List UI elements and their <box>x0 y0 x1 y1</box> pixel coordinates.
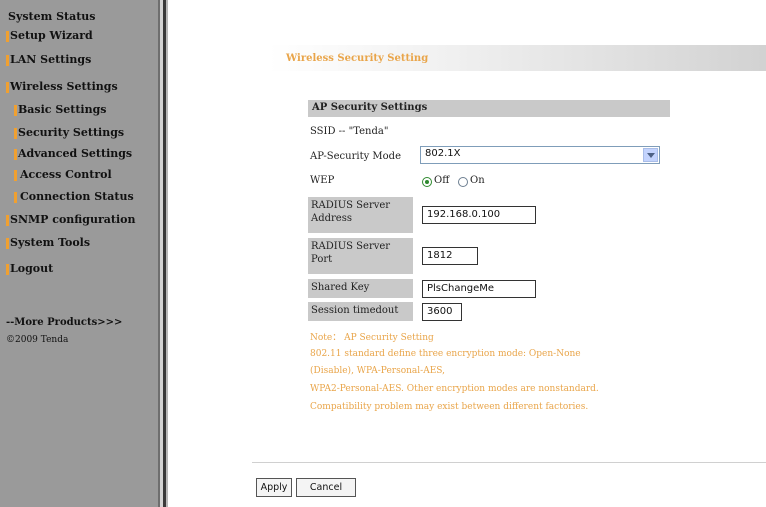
bullet-icon <box>6 238 9 249</box>
bullet-icon <box>14 105 17 116</box>
radius-address-label-line: Address <box>311 213 352 224</box>
bullet-icon <box>6 55 9 66</box>
security-mode-label: AP-Security Mode <box>310 151 401 162</box>
sidebar-item-lan-settings[interactable]: LAN Settings <box>0 51 158 69</box>
radius-port-input[interactable]: 1812 <box>422 247 478 265</box>
bullet-icon <box>14 128 17 139</box>
shared-key-label: Shared Key <box>308 279 413 298</box>
radius-port-label: RADIUS Server Port <box>308 238 413 274</box>
apply-button[interactable]: Apply <box>256 478 292 497</box>
sidebar-item-wireless-settings[interactable]: Wireless Settings <box>0 78 158 96</box>
sidebar-item-label: Security Settings <box>18 126 125 139</box>
sidebar-item-label: Access Control <box>20 168 112 181</box>
session-timeout-label: Session timedout <box>308 302 413 321</box>
ap-security-header-text: AP Security Settings <box>312 102 428 113</box>
sidebar-item-system-tools[interactable]: System Tools <box>0 234 158 252</box>
bullet-icon <box>6 264 9 275</box>
radius-port-label-line: RADIUS Server <box>311 241 391 252</box>
radius-address-label: RADIUS Server Address <box>308 197 413 233</box>
sidebar: System Status Setup Wizard LAN Settings … <box>0 0 158 507</box>
radius-port-label-line: Port <box>311 254 333 265</box>
bullet-icon <box>14 149 17 160</box>
sidebar-item-snmp-configuration[interactable]: SNMP configuration <box>0 211 158 229</box>
sidebar-item-system-status[interactable]: System Status <box>0 8 158 26</box>
sidebar-item-label: Basic Settings <box>18 103 107 116</box>
note-line: Compatibility problem may exist between … <box>310 402 589 412</box>
bullet-icon <box>14 192 17 203</box>
note-line: (Disable), WPA-Personal-AES, <box>310 366 445 376</box>
sidebar-item-access-control[interactable]: Access Control <box>0 166 158 184</box>
shared-key-input[interactable]: PlsChangeMe <box>422 280 536 298</box>
sidebar-item-label: Advanced Settings <box>18 147 133 160</box>
chevron-down-icon[interactable] <box>643 148 658 162</box>
sidebar-item-label: Connection Status <box>20 190 134 203</box>
sidebar-item-label: System Status <box>8 10 96 23</box>
sidebar-item-advanced-settings[interactable]: Advanced Settings <box>0 145 158 163</box>
sidebar-item-basic-settings[interactable]: Basic Settings <box>0 101 158 119</box>
security-mode-select[interactable]: 802.1X <box>420 146 660 164</box>
wep-on-label: On <box>470 175 485 186</box>
bullet-icon <box>6 82 9 93</box>
note-line: 802.11 standard define three encryption … <box>310 349 581 359</box>
bullet-icon <box>14 170 17 181</box>
sidebar-item-logout[interactable]: Logout <box>0 260 158 278</box>
sidebar-item-label: Wireless Settings <box>10 80 118 93</box>
divider <box>252 462 766 463</box>
sidebar-item-label: SNMP configuration <box>10 213 136 226</box>
sidebar-item-connection-status[interactable]: Connection Status <box>0 188 158 206</box>
main-panel: Wireless Security Setting AP Security Se… <box>168 0 766 507</box>
radius-address-label-line: RADIUS Server <box>311 200 391 211</box>
sidebar-item-label: Logout <box>10 262 54 275</box>
bullet-icon <box>6 31 9 42</box>
ssid-text: SSID -- "Tenda" <box>310 126 389 137</box>
security-mode-value: 802.1X <box>425 148 461 159</box>
session-timeout-input[interactable]: 3600 <box>422 303 462 321</box>
more-products-link[interactable]: --More Products>>> <box>6 317 122 328</box>
cancel-button[interactable]: Cancel <box>296 478 356 497</box>
wep-label: WEP <box>310 175 335 186</box>
note-title: Note： AP Security Setting <box>310 333 434 343</box>
sidebar-item-security-settings[interactable]: Security Settings <box>0 124 158 142</box>
wep-off-label: Off <box>434 175 450 186</box>
wep-on-radio[interactable] <box>458 177 468 187</box>
sidebar-item-setup-wizard[interactable]: Setup Wizard <box>0 27 158 45</box>
section-title: Wireless Security Setting <box>286 53 429 64</box>
radius-address-input[interactable]: 192.168.0.100 <box>422 206 536 224</box>
sidebar-item-label: LAN Settings <box>10 53 92 66</box>
copyright-text: ©2009 Tenda <box>6 335 69 345</box>
sidebar-item-label: Setup Wizard <box>10 29 93 42</box>
bullet-icon <box>6 215 9 226</box>
wep-off-radio[interactable] <box>422 177 432 187</box>
sidebar-item-label: System Tools <box>10 236 91 249</box>
note-line: WPA2-Personal-AES. Other encryption mode… <box>310 384 599 394</box>
